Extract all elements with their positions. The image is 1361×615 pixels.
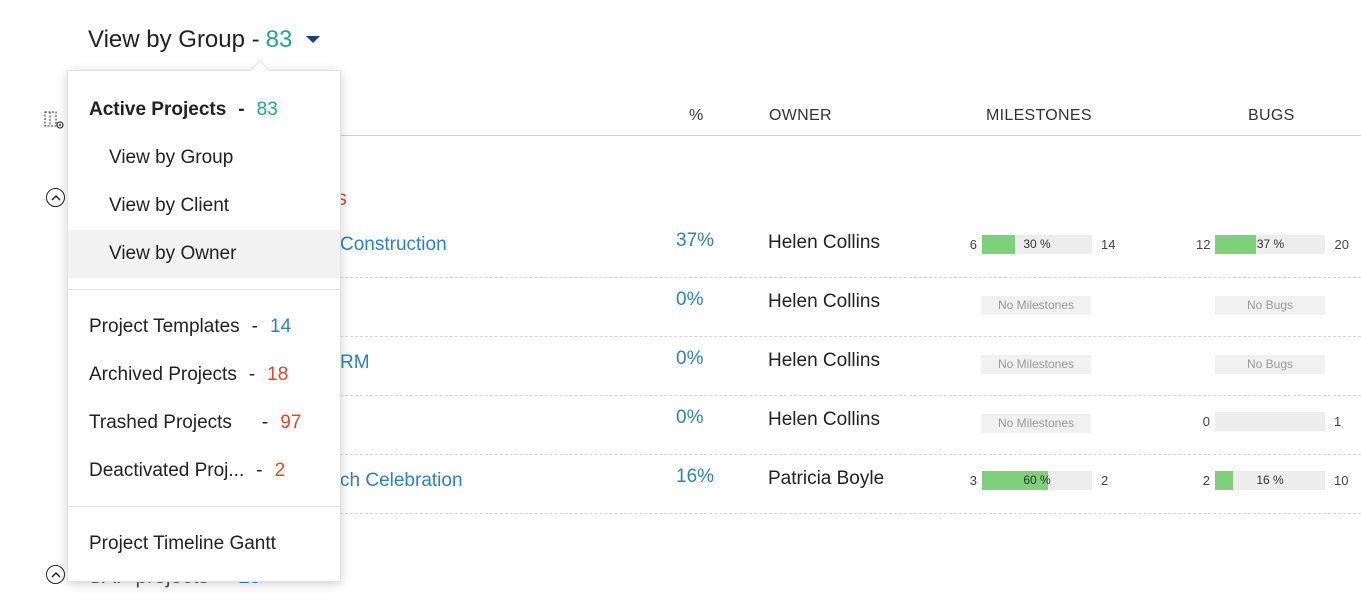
menu-item-separator: - xyxy=(238,99,245,120)
bugs-bar: 37 % xyxy=(1215,235,1326,254)
column-header-milestones[interactable]: MILESTONES xyxy=(986,107,1092,125)
view-selector-count: 83 xyxy=(265,26,293,53)
table-row[interactable]: Construction 37% Helen Collins 6 30 % 14… xyxy=(340,219,1361,278)
no-bugs-badge: No Bugs xyxy=(1215,296,1325,315)
bugs-bar: 16 % xyxy=(1215,471,1325,490)
view-selector-label: View by Group - xyxy=(88,26,260,53)
header-divider xyxy=(340,135,1361,136)
menu-item-label: View by Group xyxy=(109,147,234,168)
milestones-bar: 60 % xyxy=(982,471,1092,490)
view-dropdown-menu: Active Projects - 83 View by Group View … xyxy=(67,60,341,582)
menu-item-label: View by Client xyxy=(109,195,230,216)
menu-item-active-projects[interactable]: Active Projects - 83 xyxy=(68,86,340,134)
milestones-bar-label: 60 % xyxy=(1023,473,1051,487)
column-header-owner[interactable]: OWNER xyxy=(769,107,832,125)
menu-item-count: 14 xyxy=(270,316,292,337)
collapse-icon[interactable] xyxy=(46,188,65,207)
project-owner: Helen Collins xyxy=(768,232,880,253)
menu-item-label: Project Timeline Gantt xyxy=(89,533,276,554)
menu-item-deactivated-projects[interactable]: Deactivated Proj... - 2 xyxy=(68,447,340,495)
project-percent: 0% xyxy=(676,407,704,428)
no-milestones-badge: No Milestones xyxy=(981,296,1091,315)
menu-item-label: Deactivated Proj... xyxy=(89,460,245,481)
bugs-progress[interactable]: 12 37 % 20 xyxy=(1196,235,1349,254)
dropdown-notch xyxy=(250,60,270,80)
menu-item-label: Trashed Projects xyxy=(89,412,232,433)
menu-item-view-by-group[interactable]: View by Group xyxy=(68,134,340,182)
menu-item-project-timeline-gantt[interactable]: Project Timeline Gantt xyxy=(68,520,340,568)
milestones-open-count: 6 xyxy=(969,237,977,252)
milestones-progress[interactable]: 6 30 % 14 xyxy=(969,235,1115,254)
project-owner: Helen Collins xyxy=(768,409,880,430)
chevron-down-icon[interactable] xyxy=(306,35,321,43)
milestones-bar-label: 30 % xyxy=(1023,237,1051,251)
milestones-open-count: 3 xyxy=(969,473,977,488)
menu-item-count: 2 xyxy=(274,460,286,481)
bugs-closed-count: 20 xyxy=(1334,237,1349,252)
bugs-open-count: 2 xyxy=(1202,473,1210,488)
milestones-bar: 30 % xyxy=(982,235,1092,254)
table-settings-icon[interactable] xyxy=(44,110,66,132)
menu-item-label: Active Projects xyxy=(89,99,227,120)
table-row[interactable]: RM 0% Helen Collins No Milestones No Bug… xyxy=(340,337,1361,396)
project-name-link[interactable]: RM xyxy=(340,352,370,374)
milestones-progress[interactable]: 3 60 % 2 xyxy=(969,471,1108,490)
menu-item-project-templates[interactable]: Project Templates - 14 xyxy=(68,303,340,351)
menu-item-archived-projects[interactable]: Archived Projects - 18 xyxy=(68,351,340,399)
no-milestones-badge: No Milestones xyxy=(981,355,1091,374)
bugs-progress[interactable]: 0 1 xyxy=(1202,412,1341,431)
view-selector[interactable]: View by Group - 83 xyxy=(88,26,321,54)
menu-divider xyxy=(68,506,340,507)
project-owner: Helen Collins xyxy=(768,350,880,371)
project-percent: 37% xyxy=(676,230,715,251)
bugs-bar xyxy=(1215,412,1325,431)
menu-item-view-by-client[interactable]: View by Client xyxy=(68,182,340,230)
bugs-bar-label: 16 % xyxy=(1256,473,1284,487)
bugs-open-count: 12 xyxy=(1196,237,1211,252)
no-milestones-badge: No Milestones xyxy=(981,414,1091,433)
project-percent: 0% xyxy=(676,289,704,310)
project-name-link[interactable]: ch Celebration xyxy=(340,470,463,492)
menu-item-view-by-owner[interactable]: View by Owner xyxy=(68,230,340,278)
project-owner: Patricia Boyle xyxy=(768,468,885,489)
bugs-open-count: 0 xyxy=(1202,414,1210,429)
no-bugs-badge: No Bugs xyxy=(1215,355,1325,374)
menu-item-count: 18 xyxy=(267,364,289,385)
table-row[interactable]: 0% Helen Collins No Milestones No Bugs xyxy=(340,278,1361,337)
collapse-icon[interactable] xyxy=(46,565,65,584)
bugs-progress[interactable]: 2 16 % 10 xyxy=(1202,471,1348,490)
bugs-closed-count: 1 xyxy=(1334,414,1342,429)
menu-item-label: View by Owner xyxy=(109,243,237,264)
column-header-percent[interactable]: % xyxy=(689,107,704,125)
milestones-closed-count: 14 xyxy=(1101,237,1116,252)
table-row[interactable]: 0% Helen Collins No Milestones 0 1 xyxy=(340,396,1361,455)
menu-item-separator: - xyxy=(251,316,258,337)
menu-item-separator: - xyxy=(261,412,269,433)
menu-item-label: Project Templates xyxy=(89,316,240,337)
menu-item-count: 97 xyxy=(280,412,302,433)
project-owner: Helen Collins xyxy=(768,291,880,312)
milestones-closed-count: 2 xyxy=(1101,473,1109,488)
project-percent: 16% xyxy=(676,466,715,487)
column-header-bugs[interactable]: BUGS xyxy=(1248,107,1295,125)
bugs-bar-label: 37 % xyxy=(1256,237,1285,251)
menu-item-trashed-projects[interactable]: Trashed Projects - 97 xyxy=(68,399,340,447)
project-percent: 0% xyxy=(676,348,704,369)
menu-item-separator: - xyxy=(248,364,256,385)
table-row[interactable]: ch Celebration 16% Patricia Boyle 3 60 %… xyxy=(340,455,1361,514)
bugs-closed-count: 10 xyxy=(1334,473,1349,488)
menu-item-label: Archived Projects xyxy=(89,364,237,385)
menu-item-count: 83 xyxy=(256,99,278,120)
menu-item-separator: - xyxy=(256,460,263,481)
menu-divider xyxy=(68,289,340,290)
project-name-link[interactable]: Construction xyxy=(340,234,447,256)
